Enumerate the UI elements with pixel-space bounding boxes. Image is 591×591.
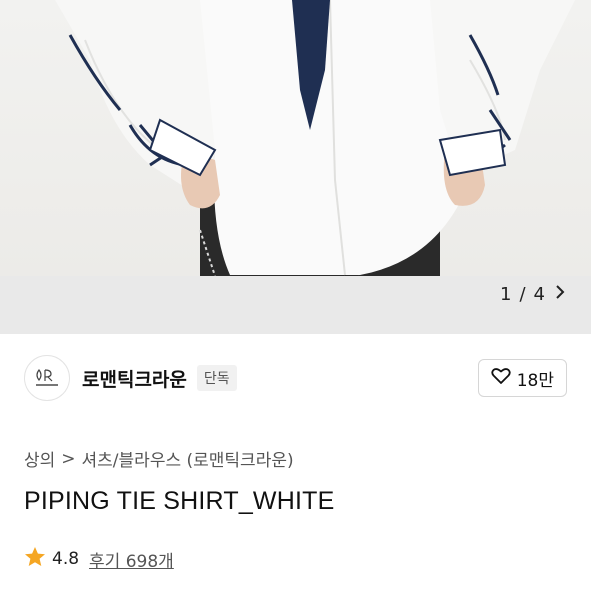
like-count: 18만: [516, 370, 554, 391]
image-pager[interactable]: 1 / 4: [500, 276, 567, 312]
brand-logo-icon[interactable]: [24, 355, 70, 401]
product-photo: [55, 0, 575, 276]
like-button[interactable]: 18만: [477, 359, 567, 397]
product-image[interactable]: [0, 0, 591, 276]
breadcrumb-item-category[interactable]: 상의: [24, 446, 55, 471]
reviews-link[interactable]: 후기 698개: [89, 547, 174, 572]
exclusive-badge: 단독: [196, 365, 237, 391]
brand-row: 로맨틱크라운 단독 18만: [24, 352, 567, 404]
heart-outline-icon: [491, 367, 511, 390]
chevron-right-icon[interactable]: [553, 282, 567, 306]
breadcrumb: 상의 > 셔츠/블라우스 (로맨틱크라운): [24, 446, 294, 472]
rating-row: 4.8 후기 698개: [24, 546, 174, 572]
breadcrumb-separator: >: [61, 448, 76, 469]
breadcrumb-item-subcategory[interactable]: 셔츠/블라우스 (로맨틱크라운): [82, 446, 294, 471]
rating-value: 4.8: [52, 549, 80, 569]
pager-total: 4: [533, 283, 545, 305]
pager-separator: /: [519, 283, 526, 305]
product-title: PIPING TIE SHIRT_WHITE: [24, 487, 335, 515]
brand-name[interactable]: 로맨틱크라운: [82, 365, 187, 392]
star-icon: [24, 546, 46, 572]
pager-current: 1: [500, 283, 512, 305]
